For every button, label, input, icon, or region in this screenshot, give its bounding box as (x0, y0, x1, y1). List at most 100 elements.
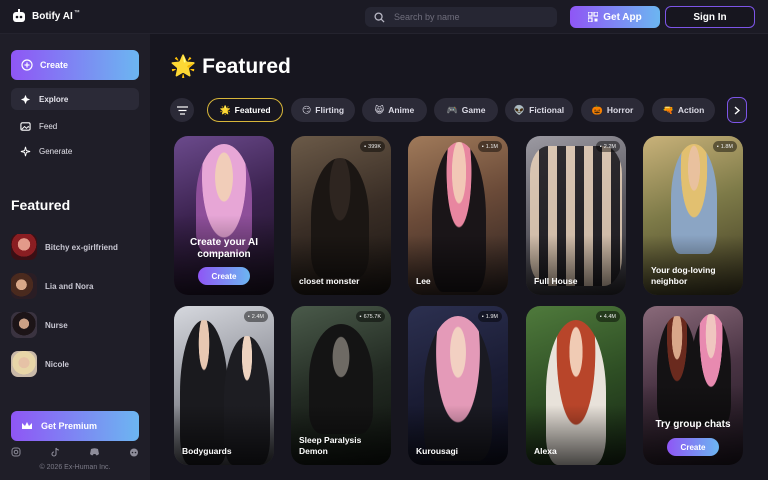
avatar (11, 351, 37, 377)
tab-label: Anime (388, 105, 415, 115)
menu-lines-icon (176, 105, 188, 115)
character-name: closet monster (299, 276, 360, 286)
tab-label: Action (677, 105, 705, 115)
character-name: Kurousagi (416, 446, 459, 456)
reddit-icon[interactable] (129, 447, 139, 457)
avatar (11, 312, 37, 338)
star-icon: 🌟 (170, 55, 197, 78)
chevron-right-icon (734, 105, 740, 115)
search-bar[interactable] (365, 7, 557, 27)
filter-button[interactable] (170, 98, 194, 122)
avatar (11, 273, 37, 299)
logo-text: Botify AI (32, 10, 73, 22)
message-count: 1.9M (485, 313, 498, 320)
create-button[interactable]: Create (11, 50, 139, 80)
qr-code-icon (588, 12, 599, 22)
sidebar-item-label: Explore (39, 94, 69, 104)
sidebar-character-name: Nurse (45, 320, 68, 330)
tabs-next-button[interactable] (727, 97, 747, 123)
tab-fictional[interactable]: 👽 Fictional (505, 98, 573, 122)
robot-icon (13, 9, 25, 22)
character-card[interactable]: ▪ 4.4M Alexa (526, 306, 626, 465)
sidebar-character[interactable]: Lia and Nora (11, 273, 93, 299)
message-count-badge: ▪ 4.4M (595, 311, 620, 322)
create-companion-button[interactable]: Create (198, 267, 250, 285)
search-icon (374, 11, 385, 23)
character-card[interactable]: ▪ 399K closet monster (291, 136, 391, 295)
tab-flirting[interactable]: 😏 Flirting (291, 98, 355, 122)
message-count-badge: ▪ 1.1M (477, 141, 502, 152)
group-chat-card[interactable]: Try group chats Create (643, 306, 743, 465)
message-count: 2.2M (603, 143, 616, 150)
tab-label: Flirting (315, 105, 345, 115)
tab-action[interactable]: 🔫 Action (652, 98, 715, 122)
promo-title: Try group chats (655, 419, 731, 430)
avatar (11, 234, 37, 260)
smirk-icon: 😏 (301, 104, 312, 115)
pumpkin-icon: 🎃 (591, 104, 603, 115)
search-input[interactable] (394, 12, 544, 22)
tab-featured[interactable]: 🌟 Featured (207, 98, 283, 122)
character-card[interactable]: ▪ 1.9M Kurousagi (408, 306, 508, 465)
character-name: Your dog-loving neighbor (651, 265, 716, 286)
get-app-button[interactable]: Get App (570, 6, 660, 28)
trademark: ™ (73, 10, 80, 16)
chat-bubble-icon: ▪ (599, 143, 602, 150)
create-label: Create (40, 60, 69, 70)
sidebar-item-explore[interactable]: Explore (11, 88, 139, 110)
tab-anime[interactable]: 😸 Anime (362, 98, 427, 122)
sidebar: Create Explore Feed Generate Featured Bi… (0, 34, 150, 480)
sidebar-character[interactable]: Bitchy ex-girlfriend (11, 234, 118, 260)
message-count: 1.8M (720, 143, 733, 150)
character-name: Lee (416, 276, 431, 286)
sidebar-character[interactable]: Nurse (11, 312, 68, 338)
sidebar-item-generate[interactable]: Generate (11, 140, 139, 162)
gamepad-icon: 🎮 (446, 104, 458, 115)
sparkle-icon (20, 146, 31, 156)
tiktok-icon[interactable] (50, 447, 60, 457)
instagram-icon[interactable] (11, 447, 21, 457)
chat-bubble-icon: ▪ (364, 143, 367, 150)
message-count: 399K (368, 143, 381, 150)
sidebar-character[interactable]: Nicole (11, 351, 69, 377)
sidebar-featured-heading: Featured (11, 197, 71, 213)
character-name: Sleep Paralysis Demon (299, 435, 362, 456)
chat-bubble-icon: ▪ (359, 313, 362, 320)
crown-icon (22, 422, 32, 429)
message-count-badge: ▪ 2.2M (595, 141, 620, 152)
chat-bubble-icon: ▪ (481, 143, 484, 150)
character-card[interactable]: ▪ 2.4M Bodyguards (174, 306, 274, 465)
message-count-badge: ▪ 1.8M (712, 141, 737, 152)
message-count: 675.7K (363, 313, 381, 320)
character-card[interactable]: ▪ 675.7K Sleep Paralysis Demon (291, 306, 391, 465)
page-title: 🌟 Featured (170, 55, 291, 79)
chat-bubble-icon: ▪ (247, 313, 250, 320)
discord-icon[interactable] (89, 447, 100, 457)
character-name: Alexa (534, 446, 557, 456)
chat-bubble-icon: ▪ (599, 313, 602, 320)
message-count-badge: ▪ 675.7K (355, 311, 385, 322)
character-name: Bodyguards (182, 446, 232, 456)
sidebar-item-label: Feed (39, 121, 58, 131)
cat-face-icon: 😸 (374, 104, 385, 115)
character-name: Full House (534, 276, 578, 286)
chat-bubble-icon: ▪ (481, 313, 484, 320)
message-count-badge: ▪ 2.4M (243, 311, 268, 322)
character-card[interactable]: ▪ 1.1M Lee (408, 136, 508, 295)
get-premium-button[interactable]: Get Premium (11, 411, 139, 441)
tab-label: Game (461, 105, 486, 115)
character-card[interactable]: ▪ 2.2M Full House (526, 136, 626, 295)
compass-icon (20, 94, 31, 104)
sidebar-item-feed[interactable]: Feed (11, 115, 139, 137)
create-group-chat-button[interactable]: Create (667, 438, 719, 456)
character-card[interactable]: ▪ 1.8M Your dog-loving neighbor (643, 136, 743, 295)
pistol-icon: 🔫 (662, 104, 674, 115)
tab-horror[interactable]: 🎃 Horror (581, 98, 644, 122)
logo[interactable]: Botify AI ™ (11, 8, 80, 24)
create-companion-card[interactable]: Create your AI companion Create (174, 136, 274, 295)
message-count-badge: ▪ 1.9M (477, 311, 502, 322)
tab-game[interactable]: 🎮 Game (434, 98, 498, 122)
sign-in-button[interactable]: Sign In (665, 6, 755, 28)
copyright: © 2026 Ex-Human Inc. (39, 464, 111, 471)
message-count: 1.1M (485, 143, 498, 150)
